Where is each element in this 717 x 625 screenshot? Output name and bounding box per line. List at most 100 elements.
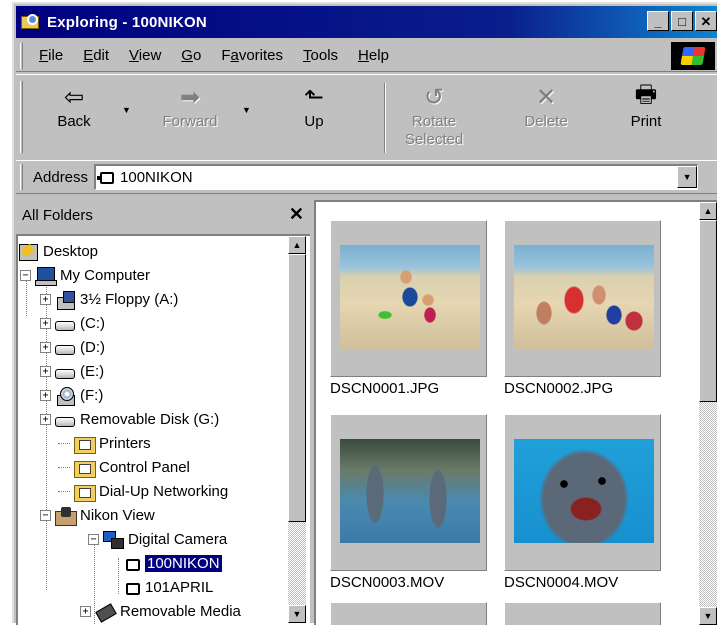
printer-icon: 🖶 [634, 80, 658, 108]
tree-item-printers[interactable]: Printers [58, 432, 151, 455]
collapse-toggle[interactable]: − [88, 534, 99, 545]
menu-view[interactable]: View [119, 47, 171, 64]
tree-item-nikon-view[interactable]: − Nikon View [40, 504, 155, 527]
forward-button[interactable]: ➡ Forward [150, 81, 230, 155]
tree-item-control-panel[interactable]: Control Panel [58, 456, 190, 479]
back-dropdown[interactable]: ▼ [122, 105, 131, 115]
menu-grip[interactable] [20, 42, 23, 69]
removable-disk-icon [55, 416, 75, 427]
camera-folder-icon [126, 582, 140, 595]
scroll-up-button[interactable]: ▲ [288, 236, 306, 254]
delete-x-icon: ✕ [535, 83, 557, 111]
thumbnail-dscn0001[interactable] [330, 220, 487, 377]
tree-item-101april[interactable]: 101APRIL [122, 576, 213, 599]
menu-bar: File Edit View Go Favorites Tools Help [16, 40, 717, 72]
folders-title: All Folders [22, 206, 93, 224]
beach-photo-thumbnail [340, 245, 480, 349]
toolbar-separator [384, 83, 386, 153]
thumbnail-partial[interactable] [330, 602, 487, 625]
address-label: Address [33, 168, 89, 186]
file-name-dscn0002[interactable]: DSCN0002.JPG [504, 380, 613, 397]
title-bar[interactable]: Exploring - 100NIKON _ □ ✕ [16, 6, 717, 38]
address-dropdown-button[interactable]: ▼ [677, 166, 698, 188]
address-input[interactable]: 100NIKON ▼ [94, 164, 699, 190]
file-name-dscn0001[interactable]: DSCN0001.JPG [330, 380, 439, 397]
tree-item-desktop[interactable]: Desktop [18, 240, 98, 263]
collapse-toggle[interactable]: − [20, 270, 31, 281]
menu-favorites[interactable]: Favorites [211, 47, 293, 64]
up-button[interactable]: ⬑ Up [274, 81, 354, 155]
folders-pane: All Folders ✕ Desktop − My Computer + 3½… [16, 200, 310, 625]
tree-item-100nikon[interactable]: 100NIKON [122, 552, 223, 575]
folders-header: All Folders ✕ [16, 200, 310, 230]
tree-item-drive-d[interactable]: + (D:) [40, 336, 105, 359]
rotate-icon: ↺ [423, 83, 445, 111]
tree-item-removable-media[interactable]: + Removable Media [80, 600, 241, 623]
thumbnail-partial[interactable] [504, 602, 661, 625]
menu-tools[interactable]: Tools [293, 47, 348, 64]
seal-movie-thumbnail [514, 439, 654, 543]
expand-toggle[interactable]: + [40, 414, 51, 425]
scroll-thumb[interactable] [699, 220, 717, 402]
windows-logo-icon [671, 42, 715, 70]
expand-toggle[interactable]: + [40, 318, 51, 329]
tree-item-floppy[interactable]: + 3½ Floppy (A:) [40, 288, 178, 311]
expand-toggle[interactable]: + [40, 342, 51, 353]
toolbar: ⇦ Back ▼ ➡ Forward ▼ ⬑ Up ↺ Rotate Selec… [16, 74, 717, 158]
scroll-down-button[interactable]: ▼ [288, 605, 306, 623]
scroll-thumb[interactable] [288, 254, 306, 522]
tree-item-drive-e[interactable]: + (E:) [40, 360, 104, 383]
expand-toggle[interactable]: + [80, 606, 91, 617]
thumbnail-dscn0003[interactable] [330, 414, 487, 571]
address-value: 100NIKON [120, 169, 193, 186]
scroll-up-button[interactable]: ▲ [699, 202, 717, 220]
file-name-dscn0003[interactable]: DSCN0003.MOV [330, 574, 444, 591]
address-grip[interactable] [20, 164, 23, 190]
file-view-scrollbar[interactable]: ▲ ▼ [699, 202, 717, 625]
tree-item-removable-disk[interactable]: + Removable Disk (G:) [40, 408, 219, 431]
toolbar-grip[interactable] [20, 81, 23, 153]
camera-folder-icon [97, 171, 115, 184]
tree-item-dial-up[interactable]: Dial-Up Networking [58, 480, 228, 503]
expand-toggle[interactable]: + [40, 390, 51, 401]
rotate-selected-button[interactable]: ↺ Rotate Selected [394, 81, 474, 155]
tree-item-drive-c[interactable]: + (C:) [40, 312, 105, 335]
tree-item-my-computer[interactable]: − My Computer [20, 264, 150, 287]
menu-go[interactable]: Go [171, 47, 211, 64]
expand-toggle[interactable]: + [40, 294, 51, 305]
removable-media-icon [95, 603, 115, 621]
back-label: Back [57, 113, 91, 130]
menu-edit[interactable]: Edit [73, 47, 119, 64]
forward-label: Forward [162, 113, 218, 130]
file-name-dscn0004[interactable]: DSCN0004.MOV [504, 574, 618, 591]
explorer-icon[interactable] [21, 12, 41, 32]
dial-up-networking-icon [74, 483, 96, 502]
folder-tree: Desktop − My Computer + 3½ Floppy (A:) +… [16, 234, 310, 625]
close-button[interactable]: ✕ [695, 11, 717, 31]
beach-photo-thumbnail [514, 245, 654, 349]
forward-dropdown[interactable]: ▼ [242, 105, 251, 115]
hard-drive-icon [55, 368, 75, 379]
collapse-toggle[interactable]: − [40, 510, 51, 521]
up-folder-icon: ⬑ [303, 83, 325, 111]
thumbnail-dscn0002[interactable] [504, 220, 661, 377]
delete-button[interactable]: ✕ Delete [506, 81, 586, 155]
hard-drive-icon [55, 344, 75, 355]
maximize-button[interactable]: □ [671, 11, 693, 31]
folder-tree-scrollbar[interactable]: ▲ ▼ [288, 236, 306, 623]
delete-label: Delete [524, 113, 568, 130]
tree-item-drive-f[interactable]: + (F:) [40, 384, 103, 407]
folders-close-button[interactable]: ✕ [289, 204, 304, 225]
expand-toggle[interactable]: + [40, 366, 51, 377]
scroll-down-button[interactable]: ▼ [699, 607, 717, 625]
tree-item-digital-camera[interactable]: − Digital Camera [88, 528, 227, 551]
print-button[interactable]: 🖶 Print [606, 81, 686, 155]
menu-help[interactable]: Help [348, 47, 399, 64]
rotate-label: Rotate Selected [404, 113, 464, 148]
back-button[interactable]: ⇦ Back [34, 81, 114, 155]
thumbnail-dscn0004[interactable] [504, 414, 661, 571]
menu-file[interactable]: File [29, 47, 73, 64]
minimize-button[interactable]: _ [647, 11, 669, 31]
hard-drive-icon [55, 320, 75, 331]
window-title: Exploring - 100NIKON [47, 13, 207, 31]
